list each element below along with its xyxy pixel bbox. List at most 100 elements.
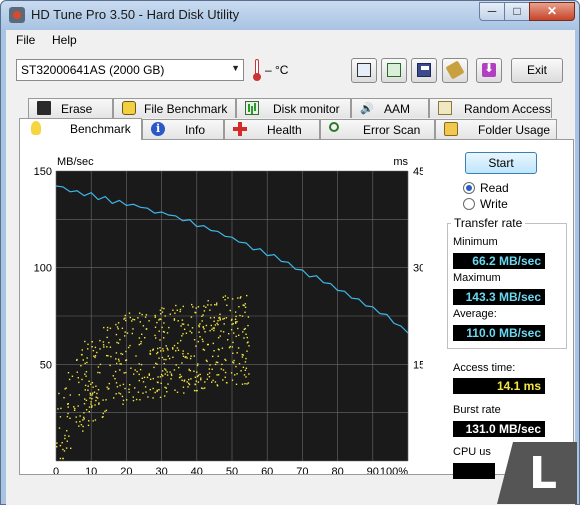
title-bar[interactable]: HD Tune Pro 3.50 - Hard Disk Utility ─ □…: [1, 1, 579, 29]
access-time-point: [93, 391, 96, 393]
access-time-point: [173, 369, 176, 371]
access-time-point: [78, 394, 80, 396]
access-time-point: [84, 340, 86, 343]
access-time-point: [139, 368, 142, 371]
access-time-point: [124, 317, 126, 319]
access-time-point: [80, 354, 83, 356]
access-time-point: [85, 409, 88, 411]
access-time-point: [213, 316, 215, 319]
tab-benchmark[interactable]: Benchmark: [19, 118, 142, 140]
site-watermark-logo: L: [497, 442, 577, 504]
access-time-point: [121, 327, 124, 329]
access-time-point: [119, 384, 121, 387]
access-time-point: [196, 364, 199, 367]
download-button[interactable]: [476, 58, 502, 83]
access-time-point: [78, 425, 80, 427]
tab-health[interactable]: Health: [224, 119, 320, 139]
access-time-point: [129, 344, 131, 347]
access-time-point: [122, 399, 125, 402]
access-time-point: [149, 378, 152, 380]
write-radio[interactable]: Write: [463, 196, 553, 212]
minimize-button[interactable]: ─: [479, 2, 505, 21]
access-time-point: [91, 346, 93, 348]
screenshot-button[interactable]: [442, 58, 468, 83]
access-time-point: [163, 362, 165, 365]
access-time-point: [170, 378, 172, 380]
access-time-point: [106, 336, 108, 339]
tab-folder-usage[interactable]: Folder Usage: [435, 119, 557, 139]
access-time-point: [176, 347, 179, 349]
access-time-point: [140, 363, 143, 366]
copy-text-button[interactable]: [351, 58, 377, 83]
access-time-point: [161, 326, 163, 329]
access-time-point: [224, 295, 227, 297]
access-time-point: [202, 326, 204, 328]
health-cross-icon: [233, 122, 247, 136]
access-time-point: [66, 430, 68, 432]
access-time-point: [105, 399, 107, 401]
menu-file[interactable]: File: [16, 33, 35, 47]
access-time-point: [159, 396, 162, 398]
tab-disk-monitor[interactable]: Disk monitor: [236, 98, 351, 118]
access-time-point: [166, 374, 169, 376]
access-time-point: [197, 363, 199, 365]
access-time-point: [161, 370, 164, 372]
access-time-point: [175, 364, 177, 366]
start-button[interactable]: Start: [465, 152, 537, 174]
access-time-point: [102, 341, 105, 343]
tab-info[interactable]: Info: [142, 119, 224, 139]
access-time-point: [165, 358, 167, 361]
close-button[interactable]: ✕: [529, 2, 575, 21]
tab-erase[interactable]: Erase: [28, 98, 113, 118]
access-time-point: [212, 355, 214, 358]
access-time-point: [179, 373, 181, 376]
access-time-point: [230, 319, 233, 321]
access-time-point: [119, 338, 121, 341]
access-time-point: [134, 387, 136, 389]
access-time-point: [164, 368, 166, 370]
access-time-point: [154, 334, 156, 337]
access-time-point: [122, 403, 124, 405]
access-time-point: [144, 337, 146, 339]
access-time-point: [247, 341, 249, 343]
read-radio[interactable]: Read: [463, 180, 553, 196]
menu-help[interactable]: Help: [52, 33, 77, 47]
access-time-point: [83, 418, 85, 420]
access-time-point: [71, 375, 74, 377]
access-time-point: [114, 378, 116, 380]
access-time-point: [195, 307, 197, 309]
tab-random-access[interactable]: Random Access: [429, 98, 552, 118]
access-time-point: [138, 363, 140, 365]
drive-select[interactable]: ST32000641AS (2000 GB) ▼: [16, 59, 244, 81]
access-time-point: [212, 327, 215, 329]
access-time-point: [117, 328, 119, 330]
access-time-point: [200, 377, 202, 379]
access-time-point: [229, 345, 231, 348]
access-time-point: [222, 296, 224, 298]
download-arrow-icon: [482, 61, 496, 77]
tab-aam[interactable]: AAM: [351, 98, 429, 118]
access-time-point: [118, 360, 120, 362]
maximize-button[interactable]: □: [504, 2, 530, 21]
access-time-point: [207, 373, 209, 376]
access-time-point: [159, 376, 162, 378]
access-time-point: [198, 331, 200, 333]
access-time-point: [190, 355, 192, 357]
access-time-point: [115, 323, 117, 326]
access-time-point: [115, 382, 118, 384]
access-time-point: [176, 309, 178, 311]
x-tick: 70: [296, 466, 308, 474]
access-time-point: [138, 373, 140, 376]
save-button[interactable]: [411, 58, 437, 83]
tab-file-benchmark[interactable]: File Benchmark: [113, 98, 236, 118]
exit-button[interactable]: Exit: [511, 58, 563, 83]
access-time-point: [131, 332, 133, 335]
access-time-point: [194, 383, 197, 386]
access-time-point: [154, 391, 156, 394]
access-time-point: [242, 304, 244, 306]
access-time-point: [244, 327, 246, 330]
access-time-point: [172, 348, 174, 350]
tab-error-scan[interactable]: Error Scan: [320, 119, 435, 139]
access-time-point: [142, 325, 145, 327]
copy-screenshot-button[interactable]: [381, 58, 407, 83]
